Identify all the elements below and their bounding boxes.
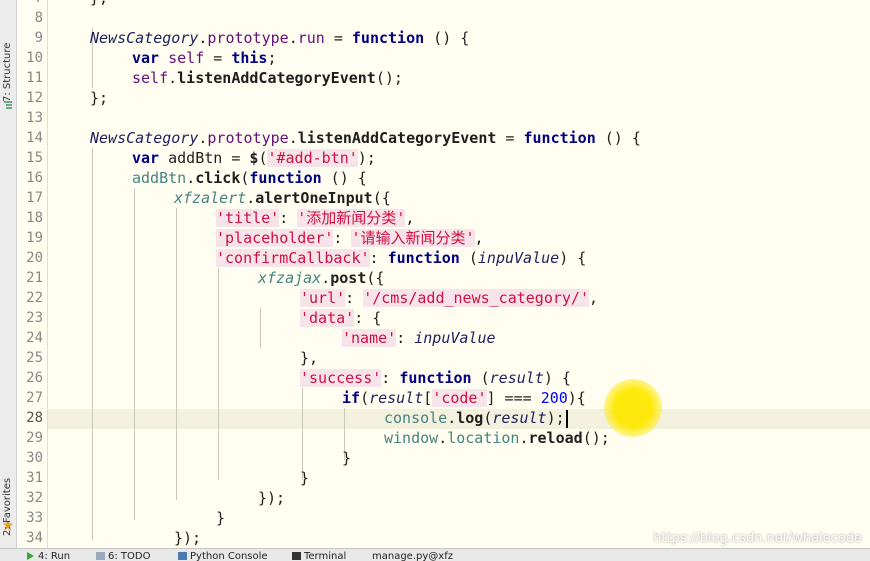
code-line: } <box>300 469 310 487</box>
line-number: 22 <box>26 290 43 306</box>
code-line: console.log(result); <box>384 408 568 428</box>
code-line: }; <box>90 89 109 107</box>
line-number: 11 <box>26 70 43 86</box>
line-number: 29 <box>26 430 43 446</box>
watermark: https://blog.csdn.net/whalecode <box>653 531 862 546</box>
line-number: 23 <box>26 310 43 326</box>
code-line: NewsCategory.prototype.listenAddCategory… <box>90 129 641 147</box>
cursor-highlight-circle <box>604 379 662 437</box>
line-number: 30 <box>26 450 43 466</box>
code-line: if(result['code'] === 200){ <box>342 389 586 407</box>
terminal-icon <box>292 552 301 560</box>
code-line: NewsCategory.prototype.run = function ()… <box>90 29 470 47</box>
text-cursor <box>565 409 568 428</box>
code-line: 'title': '添加新闻分类', <box>216 209 415 227</box>
line-number: 24 <box>26 330 43 346</box>
line-number: 12 <box>26 90 43 106</box>
code-line: 'data': { <box>300 309 382 327</box>
line-number: 17 <box>26 190 43 206</box>
code-line: } <box>342 449 352 467</box>
code-line: var self = this; <box>132 49 277 67</box>
code-line: }, <box>300 349 319 367</box>
code-line: 'confirmCallback': function (inpuValue) … <box>216 249 587 267</box>
line-number: 32 <box>26 490 43 506</box>
run-icon <box>27 552 34 560</box>
favorites-tool-tab[interactable]: 2: Favorites <box>1 462 15 536</box>
code-line: addBtn.click(function () { <box>132 169 367 187</box>
code-line: 'url': '/cms/add_news_category/', <box>300 289 599 307</box>
code-line: } <box>216 509 226 527</box>
bottom-tool-bar: 4: Run 6: TODO Python Console Terminal m… <box>0 548 870 561</box>
line-number: 14 <box>26 130 43 146</box>
python-icon <box>178 552 187 560</box>
code-line: xfzajax.post({ <box>258 269 385 287</box>
line-number: 15 <box>26 150 43 166</box>
line-number: 16 <box>26 170 43 186</box>
code-editor[interactable]: }; NewsCategory.prototype.run = function… <box>48 0 870 548</box>
line-number: 10 <box>26 50 43 66</box>
code-line: window.location.reload(); <box>384 429 610 447</box>
line-number: 27 <box>26 390 43 406</box>
line-number: 31 <box>26 470 43 486</box>
code-line: 'name': inpuValue <box>342 329 496 347</box>
code-line: self.listenAddCategoryEvent(); <box>132 69 403 87</box>
code-line: 'success': function (result) { <box>300 369 571 387</box>
structure-tool-tab[interactable]: 7: Structure <box>1 30 15 102</box>
line-number: 25 <box>26 350 43 366</box>
line-number: 9 <box>34 30 43 46</box>
todo-icon <box>96 552 105 560</box>
line-number: 13 <box>26 110 43 126</box>
code-line: }); <box>258 489 286 507</box>
line-number: 28 <box>26 410 43 426</box>
line-number: 19 <box>26 230 43 246</box>
line-number: 34 <box>26 530 43 546</box>
code-line: 'placeholder': '请输入新闻分类', <box>216 229 484 247</box>
line-number: 7 <box>15 0 43 6</box>
line-number: 26 <box>26 370 43 386</box>
line-number-gutter: 7 8 9 10 11 12 13 14 15 16 17 18 19 20 21 22 23 24 25 26 27 2… <box>17 0 48 548</box>
code-line: xfzalert.alertOneInput({ <box>174 189 391 207</box>
line-number: 21 <box>26 270 43 286</box>
line-number: 33 <box>26 510 43 526</box>
code-line: }); <box>174 529 202 547</box>
line-number: 20 <box>26 250 43 266</box>
code-line: var addBtn = $('#add-btn'); <box>132 149 376 167</box>
line-number: 8 <box>34 10 43 26</box>
code-line: }; <box>90 0 108 8</box>
line-number: 18 <box>26 210 43 226</box>
